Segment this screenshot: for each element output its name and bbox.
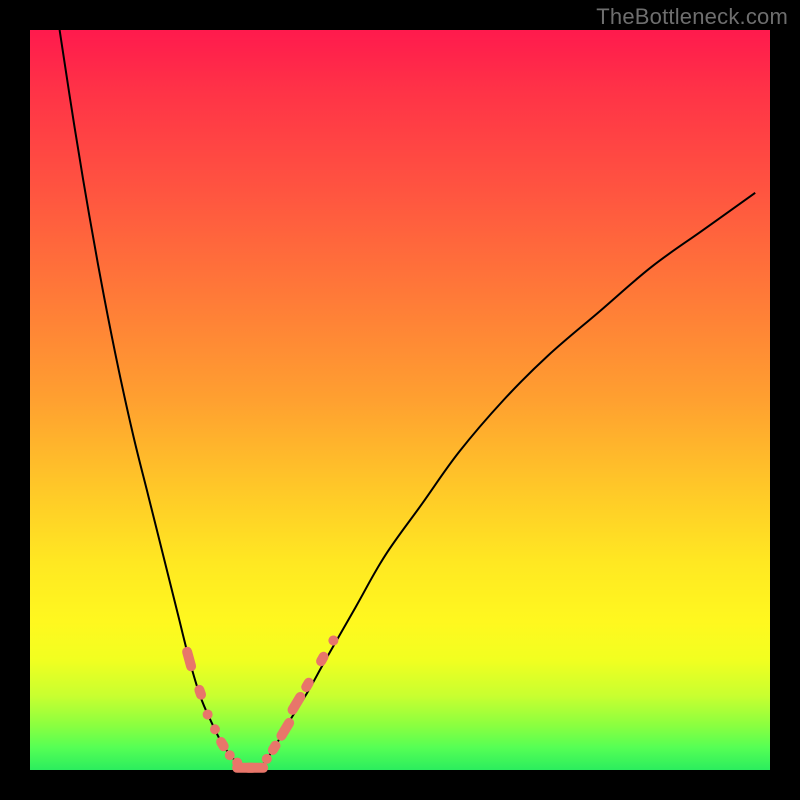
data-marker <box>315 651 330 668</box>
data-marker <box>286 691 306 716</box>
data-marker <box>182 646 197 672</box>
watermark-text: TheBottleneck.com <box>596 4 788 30</box>
plot-area <box>30 30 770 770</box>
marker-group <box>182 634 340 772</box>
data-marker <box>267 739 282 756</box>
data-marker <box>215 736 230 753</box>
data-marker <box>327 634 339 646</box>
data-marker <box>194 684 207 700</box>
chart-svg <box>30 30 770 770</box>
data-marker <box>209 723 221 735</box>
data-marker <box>275 717 295 742</box>
data-marker <box>300 677 315 694</box>
data-marker <box>202 709 214 721</box>
curve-right-branch <box>259 193 755 770</box>
curve-group <box>60 30 756 771</box>
data-marker <box>244 763 268 772</box>
chart-frame: TheBottleneck.com <box>0 0 800 800</box>
curve-left-branch <box>60 30 245 770</box>
